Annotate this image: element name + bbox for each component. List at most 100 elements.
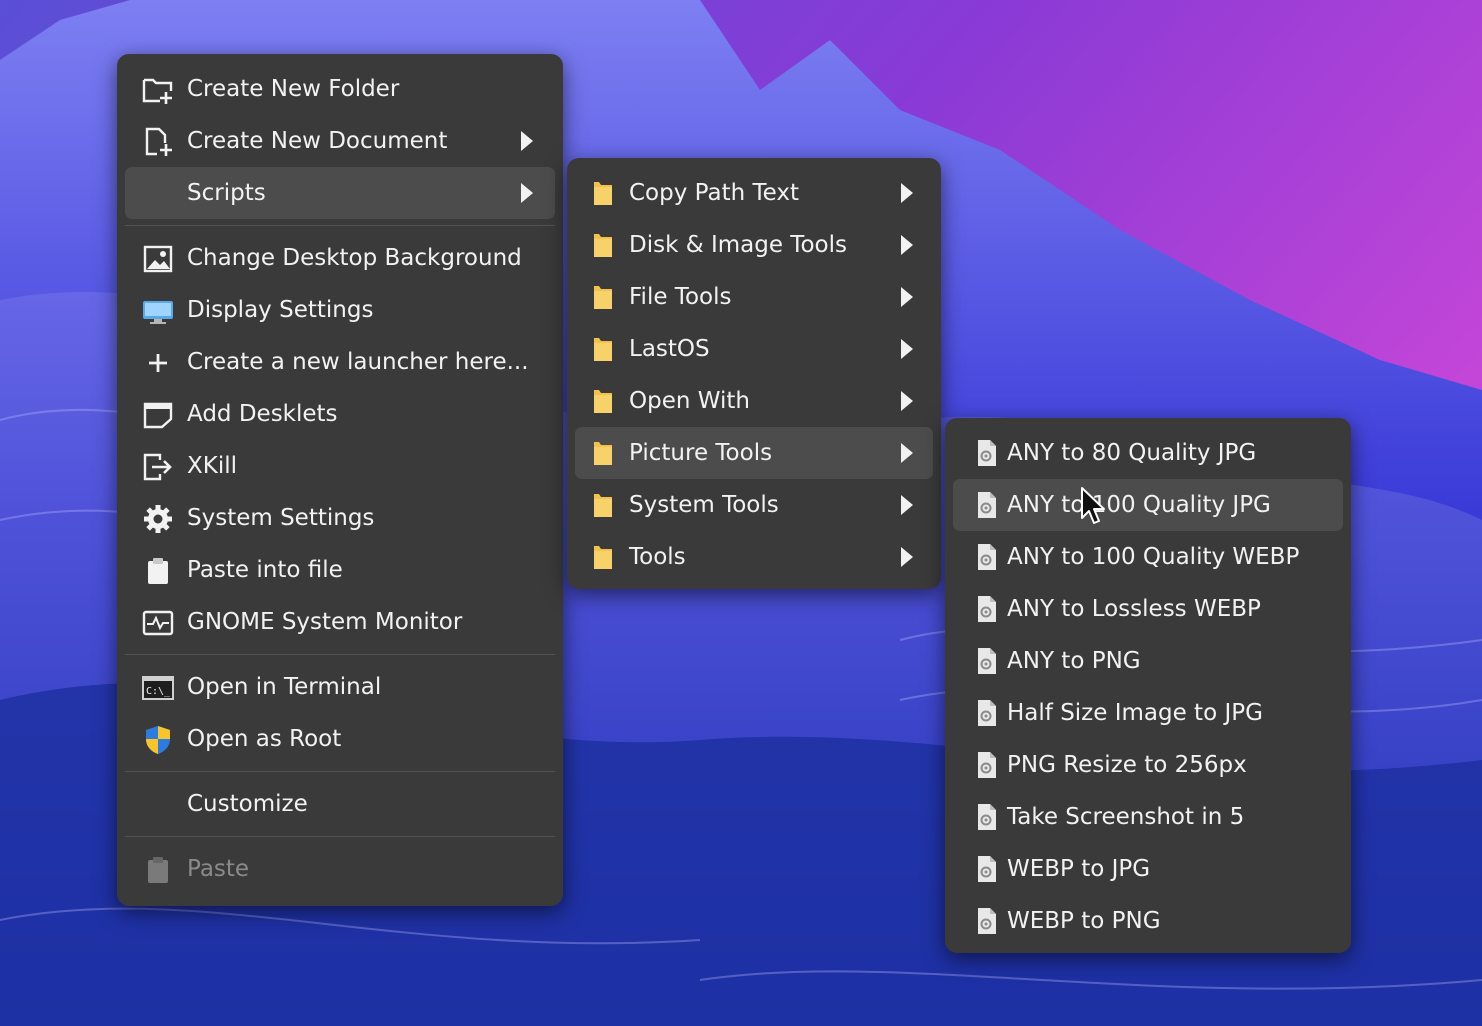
picture-tools-submenu: ANY to 80 Quality JPG ANY to 100 Quality … xyxy=(945,418,1351,953)
menu-item-label: File Tools xyxy=(629,284,732,310)
folder-icon xyxy=(591,335,615,363)
menu-item-label: Copy Path Text xyxy=(629,180,800,206)
menu-item-scripts[interactable]: Scripts xyxy=(125,167,555,219)
script-file-icon xyxy=(975,595,999,623)
menu-separator xyxy=(125,836,555,837)
svg-text:C:\_: C:\_ xyxy=(146,686,171,697)
plus-icon xyxy=(142,348,174,378)
scripts-item-picture-tools[interactable]: Picture Tools xyxy=(575,427,933,479)
menu-item-label: Create New Folder xyxy=(187,76,400,102)
picture-item-webp-to-jpg[interactable]: WEBP to JPG xyxy=(953,843,1343,895)
menu-item-label: WEBP to JPG xyxy=(1007,856,1151,882)
picture-item-any-to-lossless-webp[interactable]: ANY to Lossless WEBP xyxy=(953,583,1343,635)
scripts-item-system-tools[interactable]: System Tools xyxy=(575,479,933,531)
menu-item-add-desklets[interactable]: Add Desklets xyxy=(125,388,555,440)
submenu-arrow-icon xyxy=(901,547,913,567)
picture-item-any-to-png[interactable]: ANY to PNG xyxy=(953,635,1343,687)
menu-item-label: Add Desklets xyxy=(187,401,338,427)
shield-icon xyxy=(142,725,174,755)
menu-item-label: Display Settings xyxy=(187,297,374,323)
picture-item-png-resize-to-256px[interactable]: PNG Resize to 256px xyxy=(953,739,1343,791)
menu-item-label: Scripts xyxy=(187,180,266,206)
folder-icon xyxy=(591,179,615,207)
submenu-arrow-icon xyxy=(901,443,913,463)
scripts-item-lastos[interactable]: LastOS xyxy=(575,323,933,375)
script-file-icon xyxy=(975,855,999,883)
menu-item-label: LastOS xyxy=(629,336,710,362)
picture-item-webp-to-png[interactable]: WEBP to PNG xyxy=(953,895,1343,947)
script-file-icon xyxy=(975,439,999,467)
script-file-icon xyxy=(975,803,999,831)
menu-item-customize[interactable]: Customize xyxy=(125,778,555,830)
menu-item-label: Paste xyxy=(187,856,250,882)
menu-item-label: Picture Tools xyxy=(629,440,773,466)
picture-item-any-to-100-quality-webp[interactable]: ANY to 100 Quality WEBP xyxy=(953,531,1343,583)
menu-item-change-desktop-background[interactable]: Change Desktop Background xyxy=(125,232,555,284)
menu-item-label: Paste into file xyxy=(187,557,343,583)
menu-item-label: ANY to Lossless WEBP xyxy=(1007,596,1261,622)
picture-item-take-screenshot-in-5[interactable]: Take Screenshot in 5 xyxy=(953,791,1343,843)
menu-item-label: System Settings xyxy=(187,505,375,531)
menu-item-label: PNG Resize to 256px xyxy=(1007,752,1247,778)
menu-item-label: XKill xyxy=(187,453,238,479)
submenu-arrow-icon xyxy=(901,183,913,203)
scripts-item-disk-image-tools[interactable]: Disk & Image Tools xyxy=(575,219,933,271)
folder-icon xyxy=(591,387,615,415)
menu-item-open-in-terminal[interactable]: C:\_ Open in Terminal xyxy=(125,661,555,713)
menu-item-gnome-system-monitor[interactable]: GNOME System Monitor xyxy=(125,596,555,648)
menu-item-paste-into-file[interactable]: Paste into file xyxy=(125,544,555,596)
menu-item-label: ANY to 100 Quality WEBP xyxy=(1007,544,1300,570)
menu-item-label: Open as Root xyxy=(187,726,342,752)
menu-item-label: ANY to PNG xyxy=(1007,648,1141,674)
script-file-icon xyxy=(975,751,999,779)
menu-item-display-settings[interactable]: Display Settings xyxy=(125,284,555,336)
scripts-item-copy-path-text[interactable]: Copy Path Text xyxy=(575,167,933,219)
image-icon xyxy=(142,244,174,274)
submenu-arrow-icon xyxy=(901,391,913,411)
menu-item-system-settings[interactable]: System Settings xyxy=(125,492,555,544)
submenu-arrow-icon xyxy=(901,287,913,307)
desklet-icon xyxy=(142,400,174,430)
menu-separator xyxy=(125,654,555,655)
terminal-icon: C:\_ xyxy=(142,673,174,703)
menu-item-label: GNOME System Monitor xyxy=(187,609,463,635)
folder-add-icon xyxy=(142,75,174,105)
picture-item-any-to-80-quality-jpg[interactable]: ANY to 80 Quality JPG xyxy=(953,427,1343,479)
submenu-arrow-icon xyxy=(521,131,533,151)
script-file-icon xyxy=(975,699,999,727)
menu-item-xkill[interactable]: XKill xyxy=(125,440,555,492)
scripts-item-open-with[interactable]: Open With xyxy=(575,375,933,427)
system-monitor-icon xyxy=(142,608,174,638)
menu-item-label: Customize xyxy=(187,791,308,817)
menu-separator xyxy=(125,771,555,772)
menu-item-label: Open in Terminal xyxy=(187,674,382,700)
folder-icon xyxy=(591,439,615,467)
submenu-arrow-icon xyxy=(901,235,913,255)
menu-item-label: WEBP to PNG xyxy=(1007,908,1161,934)
menu-item-label: Create New Document xyxy=(187,128,448,154)
menu-item-open-as-root[interactable]: Open as Root xyxy=(125,713,555,765)
menu-item-label: ANY to 100 Quality JPG xyxy=(1007,492,1271,518)
mouse-cursor-icon xyxy=(1081,487,1105,524)
menu-item-label: Tools xyxy=(629,544,686,570)
menu-item-label: Half Size Image to JPG xyxy=(1007,700,1263,726)
exit-icon xyxy=(142,452,174,482)
folder-icon xyxy=(591,283,615,311)
menu-item-create-new-folder[interactable]: Create New Folder xyxy=(125,63,555,115)
menu-separator xyxy=(125,225,555,226)
gear-icon xyxy=(142,504,174,534)
document-add-icon xyxy=(142,127,174,157)
menu-item-create-launcher[interactable]: Create a new launcher here... xyxy=(125,336,555,388)
folder-icon xyxy=(591,231,615,259)
picture-item-any-to-100-quality-jpg[interactable]: ANY to 100 Quality JPG xyxy=(953,479,1343,531)
submenu-arrow-icon xyxy=(901,339,913,359)
folder-icon xyxy=(591,543,615,571)
menu-item-label: System Tools xyxy=(629,492,779,518)
script-file-icon xyxy=(975,907,999,935)
menu-item-label: Disk & Image Tools xyxy=(629,232,847,258)
scripts-item-tools[interactable]: Tools xyxy=(575,531,933,583)
scripts-item-file-tools[interactable]: File Tools xyxy=(575,271,933,323)
folder-icon xyxy=(591,491,615,519)
menu-item-create-new-document[interactable]: Create New Document xyxy=(125,115,555,167)
picture-item-half-size-image-to-jpg[interactable]: Half Size Image to JPG xyxy=(953,687,1343,739)
